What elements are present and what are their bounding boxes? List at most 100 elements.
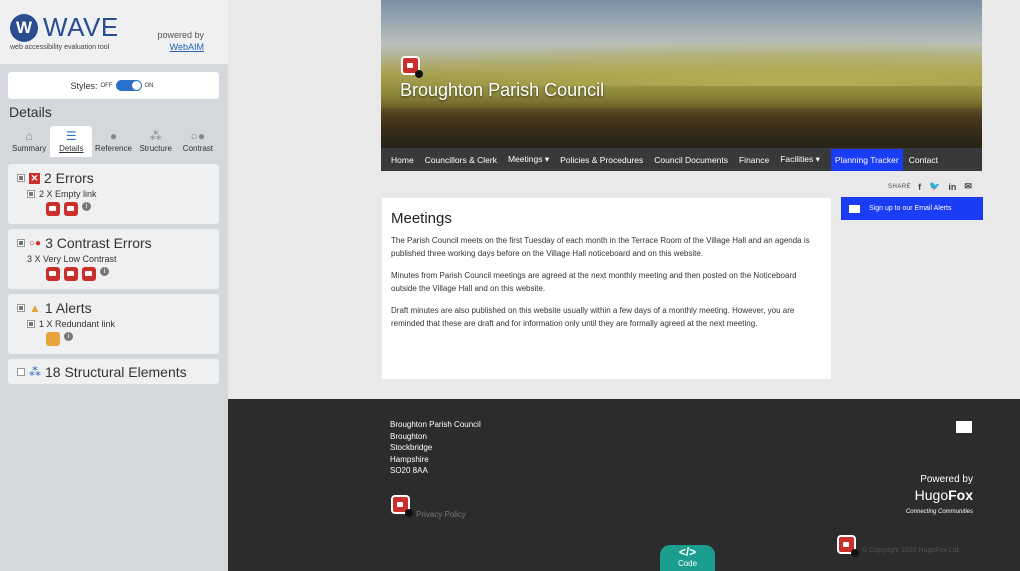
email-alerts-label: Sign up to our Email Alerts	[869, 205, 952, 212]
share-bar: SHARE f 🐦 in ✉	[888, 181, 980, 192]
tab-summary[interactable]: ⌂ Summary	[8, 126, 50, 157]
structure-icon: ⁂	[149, 129, 162, 143]
footer-address: Broughton Parish Council Broughton Stock…	[390, 419, 481, 477]
address-line: Hampshire	[390, 454, 429, 464]
email-share-icon[interactable]: ✉	[964, 181, 972, 192]
errors-title: 2 Errors	[44, 170, 94, 186]
code-icon: </>	[678, 545, 697, 559]
wave-tabs: ⌂ Summary ☰ Details ● Reference ⁂ Struct…	[8, 126, 219, 157]
info-icon: ●	[109, 129, 118, 143]
linkedin-icon[interactable]: in	[948, 182, 956, 192]
wave-header: W WAVE web accessibility evaluation tool…	[0, 0, 228, 64]
styles-label: Styles:	[70, 80, 98, 91]
wave-sidebar: W WAVE web accessibility evaluation tool…	[0, 0, 228, 571]
info-icon[interactable]: i	[64, 332, 73, 341]
empty-link-error-icon[interactable]	[46, 202, 60, 216]
info-icon[interactable]: i	[82, 202, 91, 211]
contrast-title: 3 Contrast Errors	[45, 235, 152, 251]
redundant-link-label: 1 X Redundant link	[39, 319, 116, 329]
structure-panel: ⁂ 18 Structural Elements	[8, 359, 219, 384]
nav-councillors[interactable]: Councillors & Clerk	[425, 155, 497, 165]
tab-reference[interactable]: ● Reference	[92, 126, 134, 157]
contrast-icon: ○●	[29, 237, 42, 249]
low-contrast-label: 3 X Very Low Contrast	[27, 254, 117, 264]
error-icon: ✕	[29, 172, 40, 184]
info-icon[interactable]: i	[100, 267, 109, 276]
brand-part: Hugo	[914, 487, 949, 503]
paragraph: Draft minutes are also published on this…	[391, 306, 795, 328]
redundant-link-alert-icon[interactable]	[46, 332, 60, 346]
empty-link-checkbox[interactable]	[27, 190, 35, 198]
errors-panel: ✕ 2 Errors 2 X Empty link i	[8, 164, 219, 224]
structure-checkbox[interactable]	[17, 368, 25, 376]
list-icon: ☰	[65, 129, 77, 143]
wave-powered-by: powered by WebAIM	[157, 29, 204, 53]
email-alerts-button[interactable]: Sign up to our Email Alerts	[841, 197, 983, 220]
code-button[interactable]: </> Code	[660, 545, 715, 571]
structure-icon: ⁂	[29, 365, 41, 379]
nav-planning-tracker[interactable]: Planning Tracker	[830, 148, 903, 171]
tab-label: Contrast	[182, 144, 214, 153]
styles-toggle[interactable]	[115, 80, 142, 91]
wave-logo-text: WAVE	[43, 12, 119, 42]
nav-meetings[interactable]: Meetings ▾	[508, 154, 549, 165]
contrast-checkbox[interactable]	[17, 239, 25, 247]
address-line: Stockbridge	[390, 443, 433, 452]
nav-finance[interactable]: Finance	[739, 155, 769, 165]
wave-error-marker-icon[interactable]	[391, 495, 413, 517]
envelope-icon	[849, 204, 860, 213]
empty-link-error-icon[interactable]	[64, 202, 78, 216]
structure-title: 18 Structural Elements	[45, 364, 187, 380]
footer: Broughton Parish Council Broughton Stock…	[228, 399, 1020, 571]
code-label: Code	[677, 559, 698, 568]
brand-tagline: Connecting Communities	[905, 509, 973, 515]
tab-contrast[interactable]: ○● Contrast	[177, 126, 219, 157]
mail-icon[interactable]	[956, 421, 972, 433]
facebook-icon[interactable]: f	[918, 182, 921, 192]
address-line: Broughton Parish Council	[390, 420, 481, 429]
contrast-error-icon[interactable]	[64, 267, 78, 281]
nav-facilities[interactable]: Facilities ▾	[780, 154, 820, 165]
wave-error-marker-icon[interactable]	[401, 56, 423, 78]
nav-policies[interactable]: Policies & Procedures	[560, 155, 643, 165]
contrast-error-icon[interactable]	[82, 267, 96, 281]
hugofox-logo: HugoFox	[878, 487, 973, 503]
main-content: Meetings The Parish Council meets on the…	[382, 198, 831, 379]
nav-home[interactable]: Home	[391, 155, 414, 165]
paragraph: The Parish Council meets on the first Tu…	[391, 236, 810, 258]
hero-hills	[381, 36, 982, 86]
tab-label: Details	[59, 144, 84, 153]
errors-checkbox[interactable]	[17, 174, 25, 182]
privacy-policy-link[interactable]: Privacy Policy	[416, 510, 466, 519]
alerts-panel: ▲ 1 Alerts 1 X Redundant link i	[8, 294, 219, 354]
powered-by-hugofox[interactable]: Powered by HugoFox Connecting Communitie…	[878, 474, 973, 515]
site-title[interactable]: Broughton Parish Council	[400, 80, 604, 101]
styles-on-label: ON	[144, 82, 154, 89]
twitter-icon[interactable]: 🐦	[929, 181, 940, 192]
details-title: Details	[9, 104, 52, 120]
nav-contact[interactable]: Contact	[909, 155, 938, 165]
contrast-icon: ○●	[190, 129, 206, 143]
styles-off-label: OFF	[100, 82, 113, 89]
main-nav: Home Councillors & Clerk Meetings ▾ Poli…	[381, 148, 982, 171]
webaim-link[interactable]: WebAIM	[170, 42, 204, 52]
brand-part-bold: Fox	[948, 487, 973, 503]
wave-error-marker-icon[interactable]	[837, 535, 859, 557]
tab-details[interactable]: ☰ Details	[50, 126, 93, 157]
contrast-panel: ○● 3 Contrast Errors 3 X Very Low Contra…	[8, 229, 219, 289]
home-icon: ⌂	[25, 129, 33, 143]
powered-by-label: Powered by	[920, 474, 973, 485]
nav-documents[interactable]: Council Documents	[654, 155, 728, 165]
wave-logo[interactable]: W WAVE	[10, 12, 119, 43]
alerts-checkbox[interactable]	[17, 304, 25, 312]
warning-icon: ▲	[29, 301, 41, 315]
powered-by-label: powered by	[157, 30, 204, 40]
tab-structure[interactable]: ⁂ Structure	[135, 126, 177, 157]
address-line: Broughton	[390, 431, 427, 441]
contrast-error-icon[interactable]	[46, 267, 60, 281]
redundant-link-checkbox[interactable]	[27, 320, 35, 328]
tab-label: Structure	[139, 144, 172, 153]
page-title: Meetings	[391, 210, 452, 227]
tab-label: Reference	[95, 144, 132, 153]
empty-link-label: 2 X Empty link	[39, 189, 97, 199]
